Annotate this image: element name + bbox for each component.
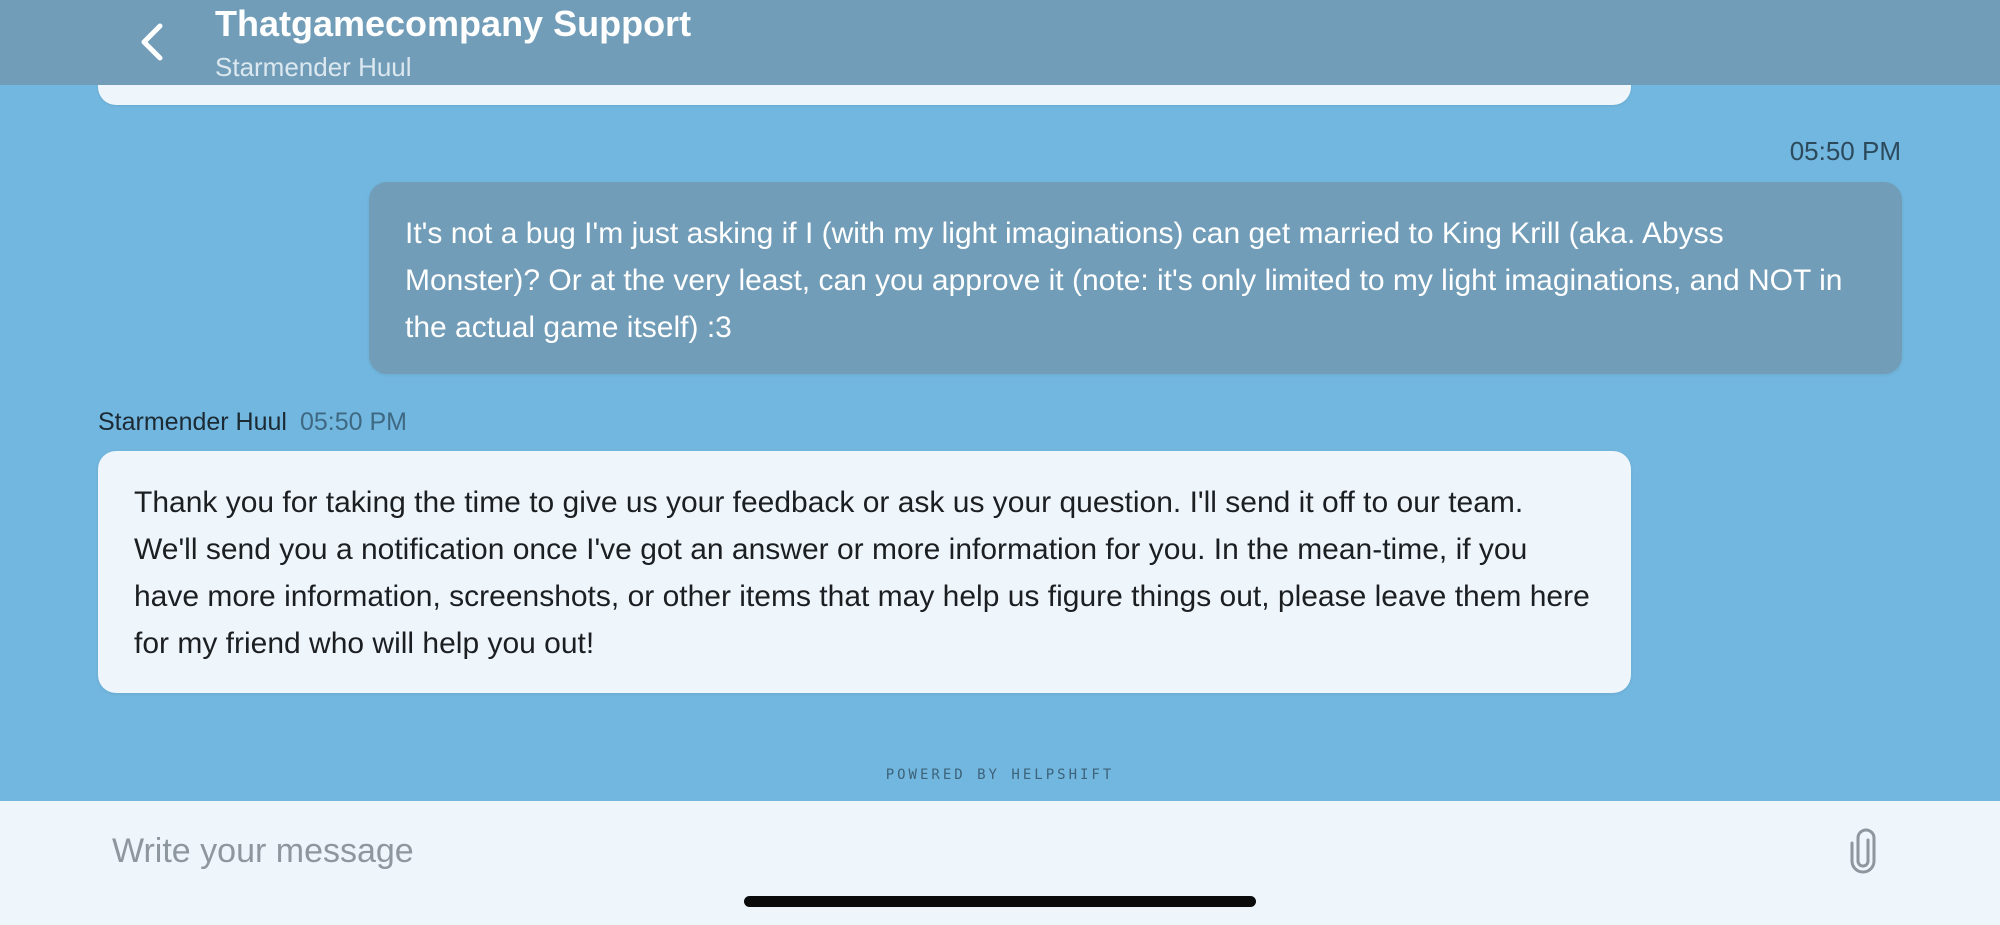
powered-by-label: POWERED BY HELPSHIFT [885, 767, 1115, 783]
chat-title: Thatgamecompany Support [215, 3, 692, 44]
message-input[interactable] [110, 825, 1814, 877]
back-button[interactable] [128, 14, 176, 70]
incoming-message-bubble: Thank you for taking the time to give us… [98, 451, 1631, 693]
home-indicator[interactable] [744, 896, 1256, 907]
sender-name: Starmender Huul [98, 408, 287, 436]
outgoing-message-time: 05:50 PM [1789, 136, 1901, 166]
incoming-message-text: Thank you for taking the time to give us… [134, 486, 1590, 660]
attach-button[interactable] [1840, 825, 1886, 877]
incoming-message-time: 05:50 PM [299, 408, 407, 436]
agent-subtitle: Starmender Huul [215, 52, 412, 82]
paperclip-icon [1850, 828, 1876, 874]
outgoing-message-bubble: It's not a bug I'm just asking if I (wit… [369, 182, 1902, 374]
chevron-left-icon [141, 23, 163, 61]
incoming-message-meta: Starmender Huul 05:50 PM [98, 408, 407, 437]
chat-header: Thatgamecompany Support Starmender Huul [0, 0, 2000, 85]
outgoing-message-text: It's not a bug I'm just asking if I (wit… [405, 217, 1843, 344]
